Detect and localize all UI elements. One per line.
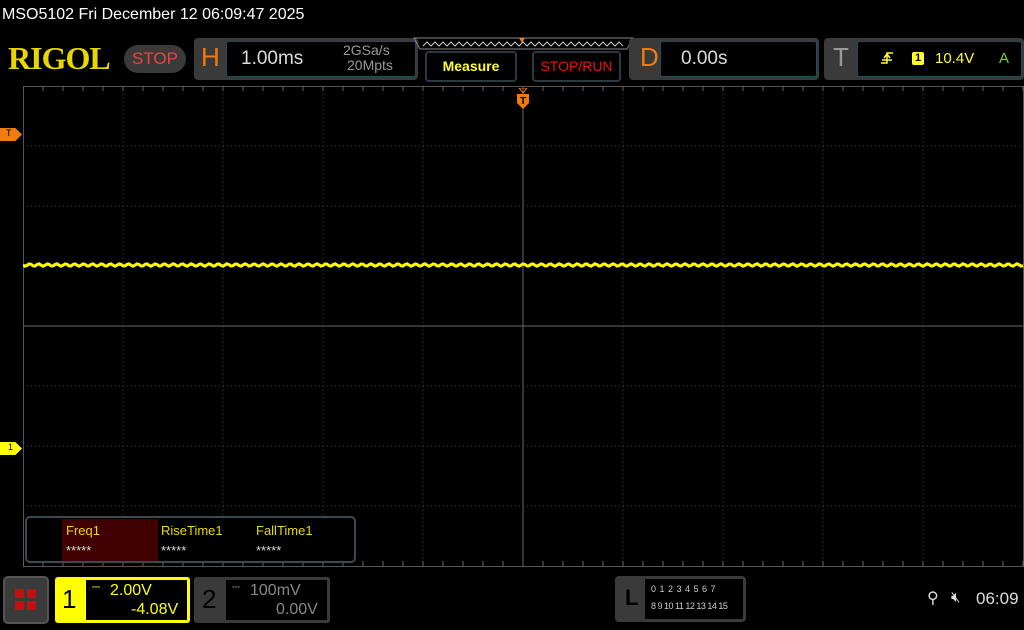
channel2-scale: 100mV: [250, 582, 301, 599]
trigger-label: T: [833, 42, 849, 72]
channel2-offset: 0.00V: [276, 601, 318, 618]
memory-depth: 20Mpts: [347, 57, 393, 73]
measurement-value: *****: [256, 543, 282, 558]
usb-icon: ⚲: [927, 590, 939, 607]
clock: 06:09: [976, 589, 1019, 608]
measurement-value: *****: [66, 543, 92, 558]
title-bar: MSO5102 Fri December 12 06:09:47 2025: [2, 6, 305, 23]
measurement-value: *****: [161, 543, 187, 558]
memory-position-marker: [519, 38, 525, 43]
measurement-name[interactable]: RiseTime1: [161, 523, 223, 538]
svg-text:T: T: [520, 96, 526, 107]
waveform-grid[interactable]: [23, 86, 1024, 567]
rising-edge-icon: [881, 52, 893, 64]
trigger-mode: A: [999, 50, 1010, 67]
logic-label: L: [625, 585, 639, 610]
trigger-level: 10.4V: [935, 50, 975, 67]
channel1-offset-marker[interactable]: 1: [0, 442, 22, 455]
sound-muted-icon[interactable]: 🔇︎: [951, 589, 960, 606]
horizontal-label: H: [201, 42, 220, 72]
measure-button[interactable]: Measure: [425, 51, 517, 82]
run-status-badge: STOP: [124, 45, 186, 73]
dc-coupling-icon: ⎓: [92, 582, 100, 593]
grid-menu-icon: [15, 589, 36, 610]
channel2-number: 2: [202, 584, 217, 614]
delay-label: D: [640, 42, 659, 72]
measurement-name[interactable]: FallTime1: [256, 523, 313, 538]
logic-row2: 8 9 10 11 12 13 14 15: [651, 601, 728, 611]
trigger-source-badge: 1: [912, 52, 924, 65]
sample-rate: 2GSa/s: [343, 42, 390, 58]
channel1-offset: -4.08V: [131, 601, 179, 618]
memory-overview-bar[interactable]: [413, 37, 635, 51]
trigger-position-marker[interactable]: T: [516, 88, 530, 110]
timebase-value: 1.00ms: [241, 48, 304, 69]
rigol-logo: RIGOL: [8, 40, 111, 76]
channel1-scale: 2.00V: [110, 582, 152, 599]
stop-run-button[interactable]: STOP/RUN: [532, 51, 621, 82]
channel1-number: 1: [62, 584, 77, 614]
menu-button[interactable]: [3, 576, 49, 624]
delay-value: 0.00s: [681, 48, 728, 69]
trigger-level-marker[interactable]: T: [0, 128, 22, 141]
logic-row1: 0 1 2 3 4 5 6 7: [651, 584, 716, 594]
measurement-name[interactable]: Freq1: [66, 523, 100, 538]
dc-coupling-icon: ⎓: [232, 582, 240, 593]
